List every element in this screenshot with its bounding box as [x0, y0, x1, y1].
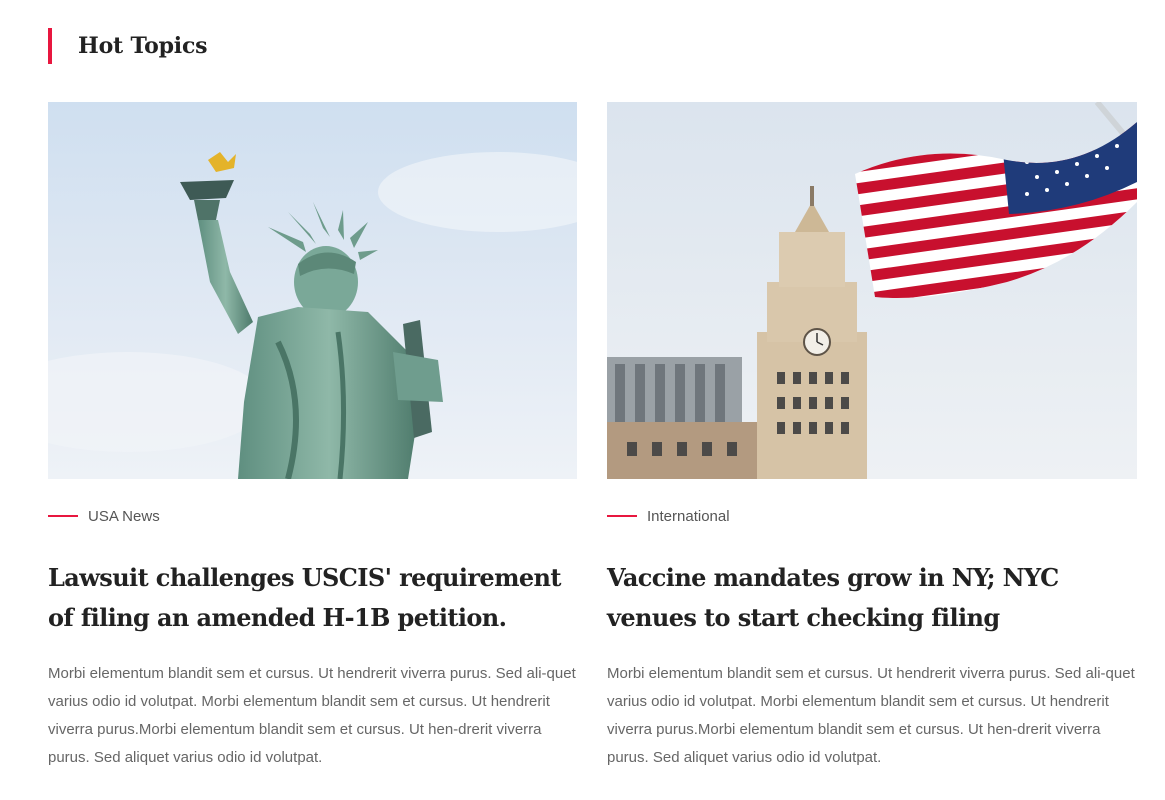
section-header: Hot Topics — [48, 28, 208, 64]
american-flag-clock-tower-image — [607, 102, 1137, 479]
statue-of-liberty-image — [48, 102, 577, 479]
category-row: USA News — [48, 506, 577, 526]
article-image-link[interactable] — [48, 102, 577, 479]
article-image-link[interactable] — [607, 102, 1137, 479]
category-link[interactable]: USA News — [88, 508, 160, 525]
article-headline-link[interactable]: Lawsuit challenges USCIS' requirement of… — [48, 563, 561, 632]
article-card: USA News Lawsuit challenges USCIS' requi… — [48, 102, 577, 772]
article-headline-link[interactable]: Vaccine mandates grow in NY; NYC venues … — [607, 563, 1059, 632]
category-accent-line — [48, 515, 78, 517]
article-excerpt: Morbi elementum blandit sem et cursus. U… — [607, 665, 1135, 766]
category-link[interactable]: International — [647, 508, 730, 525]
article-headline: Vaccine mandates grow in NY; NYC venues … — [607, 558, 1137, 638]
section-title: Hot Topics — [78, 33, 208, 59]
article-headline: Lawsuit challenges USCIS' requirement of… — [48, 558, 577, 638]
category-accent-line — [607, 515, 637, 517]
section-accent-bar — [48, 28, 52, 64]
article-excerpt: Morbi elementum blandit sem et cursus. U… — [48, 665, 576, 766]
category-row: International — [607, 506, 1137, 526]
article-card: International Vaccine mandates grow in N… — [607, 102, 1137, 772]
